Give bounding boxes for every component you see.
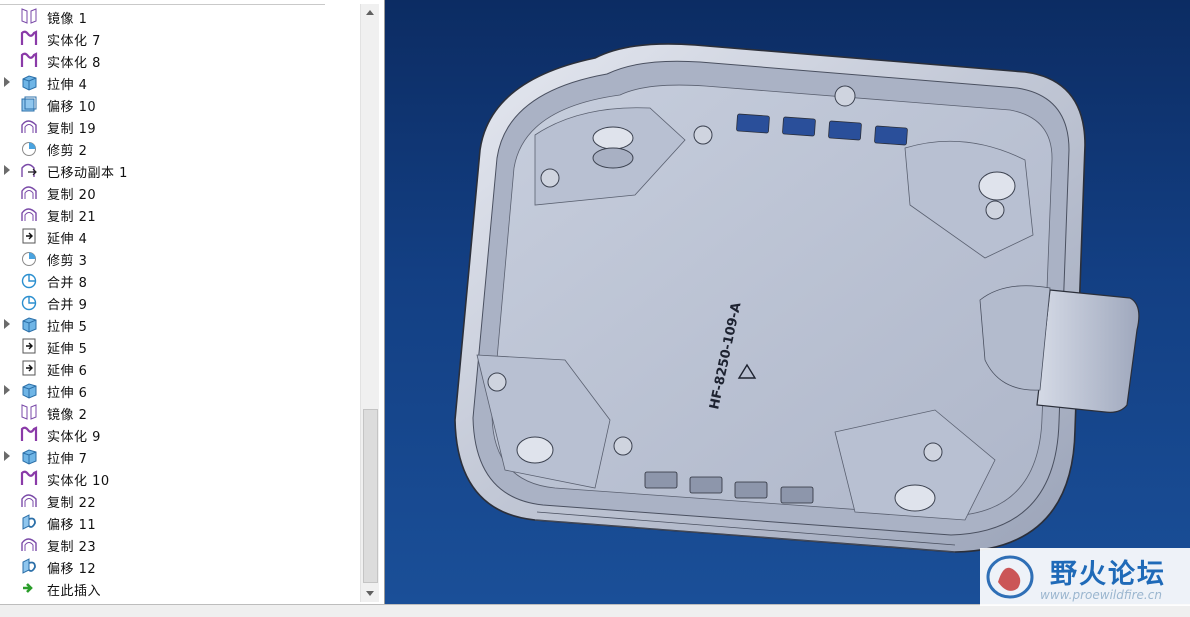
extend-icon xyxy=(20,337,38,355)
trim-icon xyxy=(20,249,38,267)
scroll-thumb[interactable] xyxy=(363,409,378,583)
mirror-icon xyxy=(20,403,38,421)
expand-arrow-icon[interactable] xyxy=(2,450,12,462)
extrude-icon xyxy=(20,73,38,91)
extend-icon xyxy=(20,227,38,245)
tree-item-label: 镜像 2 xyxy=(47,408,88,423)
solidify-icon xyxy=(20,29,38,47)
solidify-icon xyxy=(20,469,38,487)
tree-item[interactable]: 拉伸 6 xyxy=(0,379,360,401)
forum-watermark: 野火论坛 www.proewildfire.cn xyxy=(980,548,1190,606)
merge-icon xyxy=(20,293,38,311)
tree-item[interactable]: 偏移 11 xyxy=(0,511,360,533)
side-connector xyxy=(1036,289,1140,413)
tree-item[interactable]: 复制 21 xyxy=(0,203,360,225)
tree-item-label: 拉伸 5 xyxy=(47,320,88,335)
expand-arrow-icon[interactable] xyxy=(2,164,12,176)
expand-arrow-icon[interactable] xyxy=(2,384,12,396)
tree-item[interactable]: 在此插入 xyxy=(0,577,360,599)
tree-item-label: 在此插入 xyxy=(47,584,102,599)
tree-item-label: 修剪 3 xyxy=(47,254,88,269)
model-tree: 镜像 1 实体化 7 实体化 8 拉伸 4 偏移 10 复制 19 修剪 2 已移动副本 1 复… xyxy=(0,5,360,599)
tree-item-label: 延伸 5 xyxy=(47,342,88,357)
moved-copy-icon xyxy=(20,161,38,179)
tree-item[interactable]: 拉伸 5 xyxy=(0,313,360,335)
copy-icon xyxy=(20,535,38,553)
tree-item-label: 拉伸 4 xyxy=(47,78,88,93)
tree-item-label: 偏移 10 xyxy=(47,100,97,115)
tree-item[interactable]: 镜像 1 xyxy=(0,5,360,27)
tree-item[interactable]: 延伸 4 xyxy=(0,225,360,247)
tree-item[interactable]: 拉伸 7 xyxy=(0,445,360,467)
tree-item-label: 已移动副本 1 xyxy=(47,166,128,181)
tree-item[interactable]: 复制 20 xyxy=(0,181,360,203)
offset-icon xyxy=(20,95,38,113)
extrude-icon xyxy=(20,315,38,333)
tree-vertical-scrollbar[interactable] xyxy=(360,4,379,602)
tree-item[interactable]: 延伸 6 xyxy=(0,357,360,379)
tree-item-label: 合并 8 xyxy=(47,276,88,291)
tree-item[interactable]: 拉伸 4 xyxy=(0,71,360,93)
tree-item-label: 修剪 2 xyxy=(47,144,88,159)
tree-item[interactable]: 偏移 12 xyxy=(0,555,360,577)
copy-icon xyxy=(20,183,38,201)
tree-item-label: 偏移 11 xyxy=(47,518,97,533)
merge-icon xyxy=(20,271,38,289)
tree-item[interactable]: 镜像 2 xyxy=(0,401,360,423)
tree-item-label: 实体化 7 xyxy=(47,34,101,49)
watermark-title: 野火论坛 xyxy=(1050,559,1166,590)
tree-item[interactable]: 合并 8 xyxy=(0,269,360,291)
graphics-viewport[interactable]: HF-8250-109-A xyxy=(385,0,1190,604)
tree-item[interactable]: 偏移 10 xyxy=(0,93,360,115)
copy-icon xyxy=(20,117,38,135)
tree-item[interactable]: 复制 23 xyxy=(0,533,360,555)
mirror-icon xyxy=(20,7,38,25)
tree-item-label: 复制 22 xyxy=(47,496,97,511)
tree-item-label: 复制 23 xyxy=(47,540,97,555)
cad-model-render: HF-8250-109-A xyxy=(454,43,1140,553)
trim-icon xyxy=(20,139,38,157)
insert-here-arrow-icon xyxy=(20,579,38,597)
tree-item-label: 实体化 10 xyxy=(47,474,110,489)
tree-item-label: 复制 20 xyxy=(47,188,97,203)
tree-item-label: 延伸 4 xyxy=(47,232,88,247)
model-tree-panel: 镜像 1 实体化 7 实体化 8 拉伸 4 偏移 10 复制 19 修剪 2 已移动副本 1 复… xyxy=(0,0,385,604)
tree-item-label: 实体化 8 xyxy=(47,56,101,71)
tree-item[interactable]: 合并 9 xyxy=(0,291,360,313)
expand-arrow-icon[interactable] xyxy=(2,76,12,88)
extrude-icon xyxy=(20,381,38,399)
extend-icon xyxy=(20,359,38,377)
tree-item-label: 偏移 12 xyxy=(47,562,97,577)
scroll-up-arrow-icon[interactable] xyxy=(361,4,379,21)
tree-item-label: 复制 21 xyxy=(47,210,97,225)
offset-surface-icon xyxy=(20,557,38,575)
solidify-icon xyxy=(20,425,38,443)
solidify-icon xyxy=(20,51,38,69)
copy-icon xyxy=(20,205,38,223)
forum-logo-icon xyxy=(986,555,1034,599)
tree-item[interactable]: 实体化 7 xyxy=(0,27,360,49)
copy-icon xyxy=(20,491,38,509)
tree-item[interactable]: 已移动副本 1 xyxy=(0,159,360,181)
tree-item[interactable]: 实体化 8 xyxy=(0,49,360,71)
tree-item[interactable]: 实体化 10 xyxy=(0,467,360,489)
tree-item[interactable]: 修剪 3 xyxy=(0,247,360,269)
tree-item-label: 合并 9 xyxy=(47,298,88,313)
tree-item[interactable]: 延伸 5 xyxy=(0,335,360,357)
tree-item-label: 实体化 9 xyxy=(47,430,101,445)
offset-surface-icon xyxy=(20,513,38,531)
tree-item-label: 复制 19 xyxy=(47,122,97,137)
tree-item[interactable]: 复制 19 xyxy=(0,115,360,137)
extrude-icon xyxy=(20,447,38,465)
tree-item[interactable]: 修剪 2 xyxy=(0,137,360,159)
tree-item-label: 拉伸 7 xyxy=(47,452,88,467)
tree-item[interactable]: 复制 22 xyxy=(0,489,360,511)
expand-arrow-icon[interactable] xyxy=(2,318,12,330)
watermark-url: www.proewildfire.cn xyxy=(1040,588,1162,602)
tree-item-label: 延伸 6 xyxy=(47,364,88,379)
tree-item-label: 镜像 1 xyxy=(47,12,88,27)
scroll-down-arrow-icon[interactable] xyxy=(361,585,379,602)
tree-item-label: 拉伸 6 xyxy=(47,386,88,401)
tree-item[interactable]: 实体化 9 xyxy=(0,423,360,445)
